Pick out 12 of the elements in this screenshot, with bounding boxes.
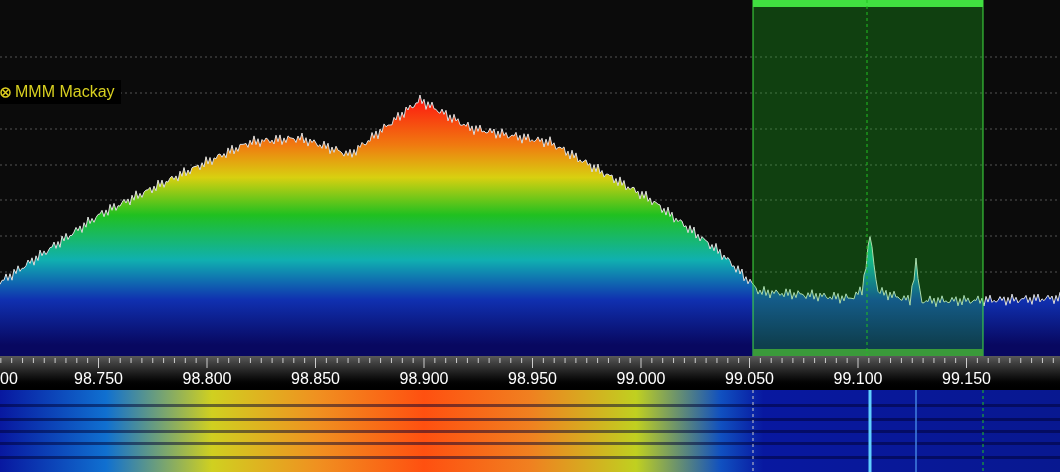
frequency-label: 99.150 <box>942 369 991 389</box>
frequency-label: 98.850 <box>291 369 340 389</box>
frequency-label: 99.000 <box>616 369 666 389</box>
frequency-label: 98.950 <box>508 369 557 389</box>
station-marker-label: MMM Mackay <box>15 82 115 102</box>
frequency-label: 98.750 <box>74 369 123 389</box>
frequency-label: 99.100 <box>833 369 883 389</box>
crossed-circle-icon <box>0 86 11 98</box>
frequency-label: 98.900 <box>399 369 449 389</box>
frequency-label: 00 <box>0 369 18 389</box>
frequency-label: 98.800 <box>182 369 232 389</box>
frequency-label: 99.050 <box>725 369 774 389</box>
